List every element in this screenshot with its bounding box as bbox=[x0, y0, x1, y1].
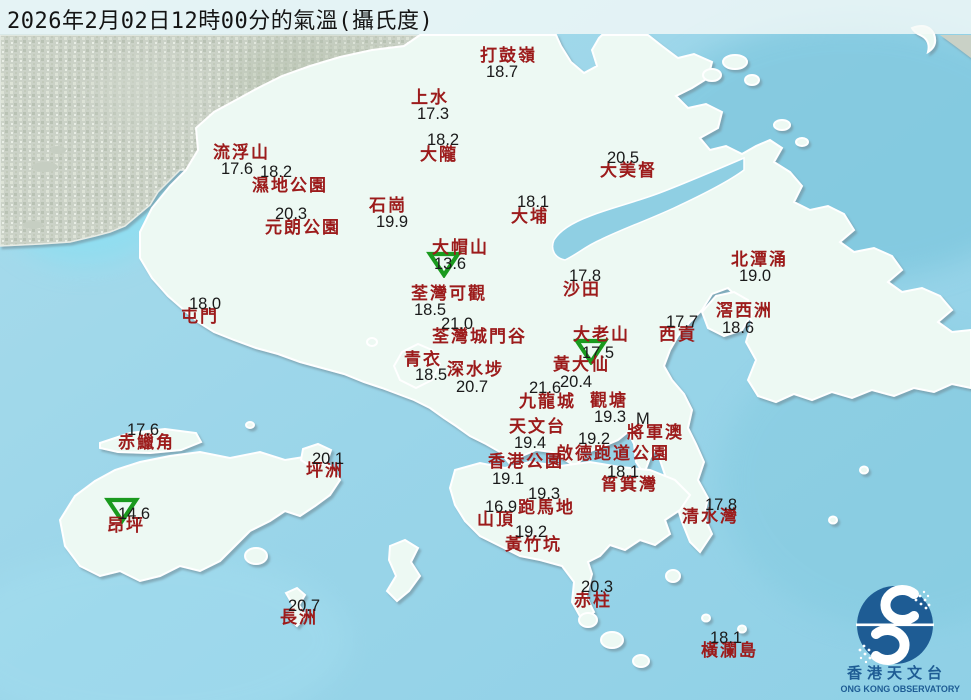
station-value: 20.3 bbox=[275, 205, 308, 223]
station-value: 17.3 bbox=[417, 105, 450, 123]
station-name: 香港公園 bbox=[488, 452, 564, 472]
station-value: 16.9 bbox=[485, 498, 518, 516]
station-value: 20.7 bbox=[456, 378, 489, 396]
station-value: 19.2 bbox=[515, 523, 548, 541]
station-name: 大隴 bbox=[420, 145, 458, 165]
station-value: 17.6 bbox=[127, 421, 160, 439]
station-value: 19.4 bbox=[514, 434, 547, 452]
station-value: 20.4 bbox=[560, 373, 593, 391]
station-value: 20.3 bbox=[581, 578, 614, 596]
station-value: 14.6 bbox=[118, 505, 151, 523]
station-name: 大老山 bbox=[573, 325, 630, 345]
station-value: 19.1 bbox=[492, 470, 525, 488]
station-name: 黃大仙 bbox=[553, 355, 610, 375]
station-value: 17.7 bbox=[666, 313, 699, 331]
station-value: 17.8 bbox=[569, 267, 602, 285]
station-value: 18.0 bbox=[189, 295, 222, 313]
station-value: 21.6 bbox=[529, 379, 562, 397]
station-value: 18.5 bbox=[415, 366, 448, 384]
station-value: 13.6 bbox=[434, 255, 467, 273]
station-layer: 打鼓嶺 18.7 上水 17.3 大隴 18.2 流浮山 17.6 濕地公園 18.2 元朗公園 20… bbox=[0, 0, 971, 700]
station-value: 19.0 bbox=[739, 267, 772, 285]
station-value: 20.7 bbox=[288, 597, 321, 615]
hko-temperature-map-app: 2026年2月02日12時00分的氣溫(攝氏度) 打鼓嶺 18.7 上水 17.3 大隴… bbox=[0, 0, 971, 700]
station-value: 18.6 bbox=[722, 319, 755, 337]
station-name: 大埔 bbox=[511, 207, 549, 227]
station-value: 18.1 bbox=[710, 629, 743, 647]
station-value: 20.5 bbox=[607, 149, 640, 167]
station-value: 19.9 bbox=[376, 213, 409, 231]
station-value: 17.6 bbox=[221, 160, 254, 178]
station-value: 17.8 bbox=[705, 496, 738, 514]
station-name: 啟德跑道公園 bbox=[556, 444, 670, 464]
station-value: 18.1 bbox=[607, 463, 640, 481]
station-value: 18.2 bbox=[260, 163, 293, 181]
station-value: 19.2 bbox=[578, 430, 611, 448]
station-value: 18.1 bbox=[517, 193, 550, 211]
station-value: M bbox=[636, 410, 650, 428]
station-value: 18.7 bbox=[486, 63, 519, 81]
station-value: 18.2 bbox=[427, 131, 460, 149]
station-value: 19.3 bbox=[528, 485, 561, 503]
station-name: 滘西洲 bbox=[716, 301, 773, 321]
station-value: 20.1 bbox=[312, 450, 345, 468]
station-name: 深水埗 bbox=[447, 360, 504, 380]
station-value: 21.0 bbox=[441, 315, 474, 333]
station-value: 19.3 bbox=[594, 408, 627, 426]
